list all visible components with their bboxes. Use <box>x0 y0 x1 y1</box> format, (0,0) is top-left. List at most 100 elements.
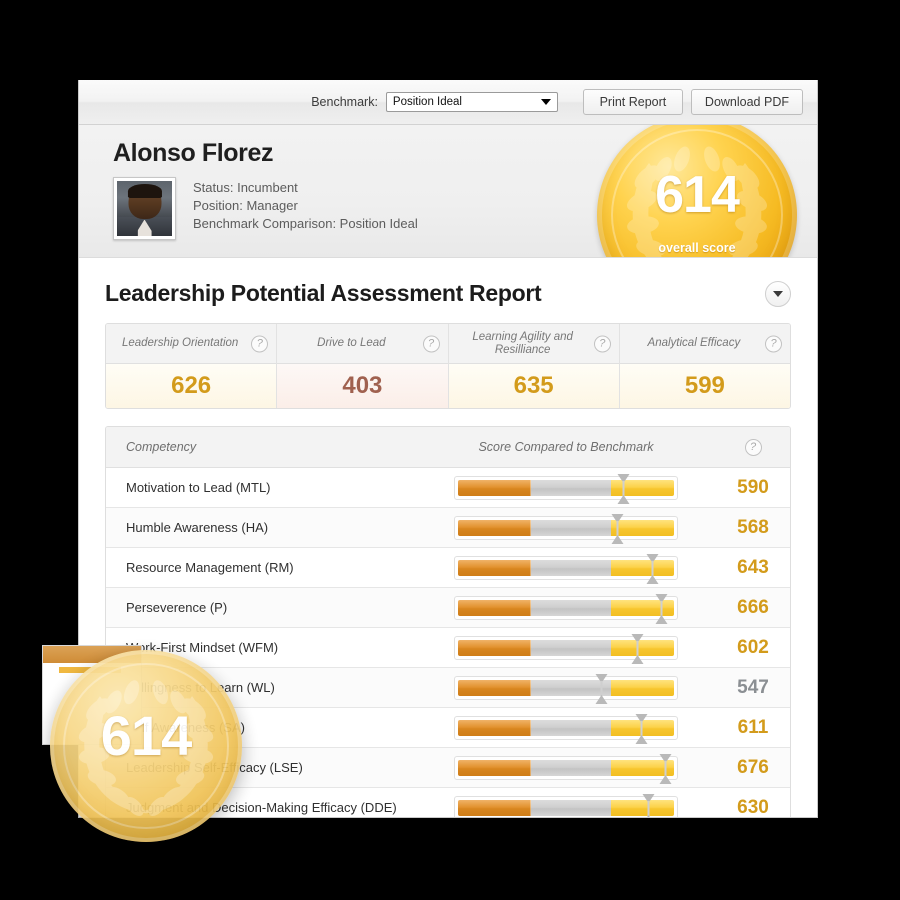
profile-status: Status: Incumbent <box>193 180 298 195</box>
competency-table-header: Competency Score Compared to Benchmark ? <box>106 427 790 468</box>
gauge-track <box>458 759 674 776</box>
benchmark-label: Benchmark: <box>311 95 378 109</box>
category-header: Analytical Efficacy? <box>619 324 790 364</box>
gauge-high-segment <box>611 479 674 496</box>
overall-score-caption: overall score <box>658 241 736 255</box>
gauge-low-segment <box>458 519 532 536</box>
gauge-low-segment <box>458 759 532 776</box>
collapse-section-button[interactable] <box>765 280 791 307</box>
help-icon[interactable]: ? <box>593 335 611 352</box>
help-icon[interactable]: ? <box>765 335 782 352</box>
category-cell: Learning Agility and Resilliance? 635 <box>448 324 620 408</box>
gauge-low-segment <box>458 559 532 576</box>
gauge-track <box>458 799 674 816</box>
table-row: Motivation to Lead (MTL) 590 <box>106 468 790 508</box>
table-row: Perseverence (P) 666 <box>106 588 790 628</box>
competency-score: 676 <box>737 756 769 778</box>
screenshot-canvas: Benchmark: Position Ideal Print Report D… <box>0 0 900 900</box>
gauge-track <box>458 479 674 496</box>
category-header: Drive to Lead? <box>277 324 448 364</box>
overall-score-value: 614 <box>100 703 192 767</box>
category-label: Analytical Efficacy <box>647 337 741 349</box>
gauge-high-segment <box>611 599 674 616</box>
competency-score: 568 <box>737 516 769 538</box>
category-label: Leadership Orientation <box>121 337 239 349</box>
avatar <box>113 177 176 240</box>
table-row: Humble Awareness (HA) 568 <box>106 508 790 548</box>
gauge-track <box>458 679 674 696</box>
help-icon[interactable]: ? <box>744 438 762 456</box>
gauge-low-segment <box>458 599 532 616</box>
overall-score-medal-overlay: 614 <box>50 650 242 842</box>
gauge-high-segment <box>611 759 674 776</box>
competency-score: 666 <box>737 596 769 618</box>
gauge-mid-segment <box>531 519 612 536</box>
gauge-low-segment <box>458 479 532 496</box>
gauge-mid-segment <box>531 559 612 576</box>
help-icon[interactable]: ? <box>251 335 269 352</box>
print-report-button[interactable]: Print Report <box>582 89 683 115</box>
category-cell: Drive to Lead? 403 <box>277 324 449 408</box>
competency-score: 602 <box>737 636 769 658</box>
profile-header: Alonso Florez Status: Incumbent Position… <box>79 125 817 258</box>
competency-score: 611 <box>737 716 769 738</box>
gauge-low-segment <box>458 679 532 696</box>
help-icon[interactable]: ? <box>422 335 440 352</box>
gauge-mid-segment <box>531 599 612 616</box>
chevron-down-icon <box>773 290 783 297</box>
gauge-track <box>458 599 674 616</box>
profile-position: Position: Manager <box>193 198 298 213</box>
competency-score: 630 <box>737 796 769 818</box>
gauge-track <box>458 639 674 656</box>
category-label: Drive to Lead <box>317 337 386 349</box>
gauge-mid-segment <box>531 719 612 736</box>
gauge-high-segment <box>611 679 674 696</box>
score-gauge <box>454 553 678 584</box>
competency-label: Perseverence (P) <box>126 600 228 615</box>
category-cell: Analytical Efficacy? 599 <box>619 324 790 408</box>
category-header: Learning Agility and Resilliance? <box>448 324 619 364</box>
category-value: 626 <box>106 364 277 408</box>
benchmark-select[interactable]: Position Ideal <box>385 92 558 112</box>
chevron-down-icon <box>540 99 551 105</box>
category-value: 635 <box>448 364 619 408</box>
gauge-track <box>458 519 674 536</box>
category-value: 599 <box>619 364 790 408</box>
score-gauge <box>454 793 678 817</box>
competency-label: Motivation to Lead (MTL) <box>126 480 271 495</box>
score-gauge <box>454 673 678 704</box>
gauge-mid-segment <box>531 799 612 816</box>
score-gauge <box>454 713 678 744</box>
competency-label: Humble Awareness (HA) <box>126 520 269 535</box>
table-row: Resource Management (RM) 643 <box>106 548 790 588</box>
overall-score-value: 614 <box>655 166 740 224</box>
gauge-low-segment <box>458 639 532 656</box>
gauge-mid-segment <box>531 679 612 696</box>
gauge-track <box>458 559 674 576</box>
score-gauge <box>454 473 678 504</box>
competency-score: 590 <box>737 476 769 498</box>
benchmark-select-value: Position Ideal <box>392 96 462 108</box>
category-scores-grid: Leadership Orientation? 626 Drive to Lead?… <box>105 323 791 409</box>
column-header-competency: Competency <box>126 440 197 454</box>
gauge-low-segment <box>458 799 532 816</box>
gauge-high-segment <box>611 639 674 656</box>
competency-score: 643 <box>737 556 769 578</box>
profile-meta: Status: Incumbent Position: Manager Benc… <box>193 177 418 233</box>
category-cell: Leadership Orientation? 626 <box>106 324 278 408</box>
score-gauge <box>454 513 678 544</box>
column-header-score: Score Compared to Benchmark <box>478 440 654 454</box>
overall-score-medal: 614 overall score <box>597 125 797 257</box>
competency-label: Resource Management (RM) <box>126 560 294 575</box>
gauge-mid-segment <box>531 759 612 776</box>
gauge-track <box>458 719 674 736</box>
report-title-row: Leadership Potential Assessment Report <box>105 280 791 307</box>
gauge-high-segment <box>611 519 674 536</box>
score-gauge <box>454 633 678 664</box>
gauge-high-segment <box>611 719 674 736</box>
download-pdf-button[interactable]: Download PDF <box>690 89 803 115</box>
category-value: 403 <box>277 364 448 408</box>
report-toolbar: Benchmark: Position Ideal Print Report D… <box>79 80 817 125</box>
gauge-high-segment <box>611 559 674 576</box>
category-header: Leadership Orientation? <box>106 324 277 364</box>
